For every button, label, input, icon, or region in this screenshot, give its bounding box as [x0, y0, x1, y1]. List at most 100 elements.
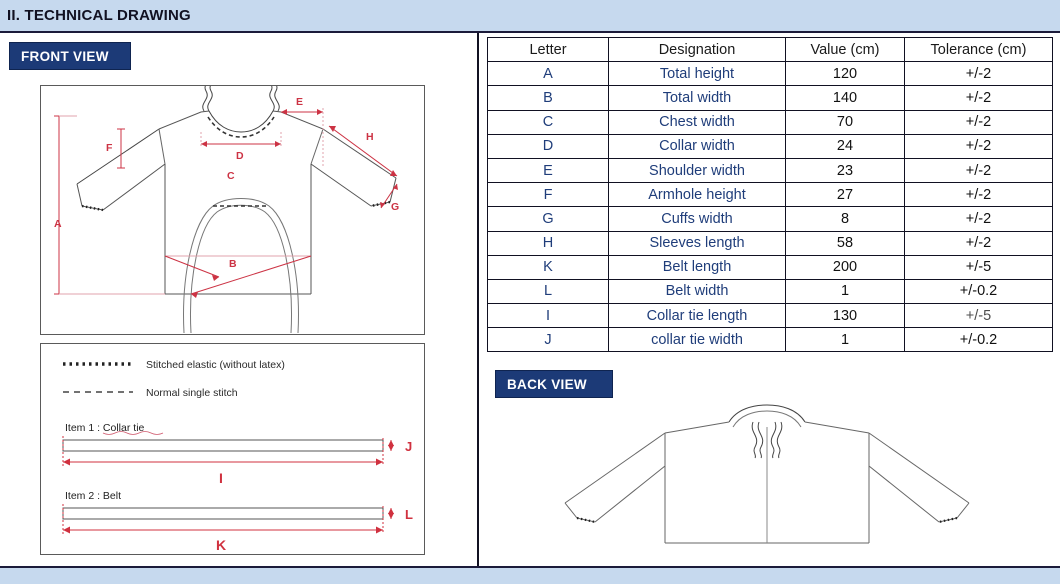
cell-letter: J [487, 327, 609, 353]
front-view-garment-svg: A B C D E F G H [54, 86, 399, 333]
legend-and-items-box: Stitched elastic (without latex) Normal … [40, 343, 425, 555]
legend-label-0: Stitched elastic (without latex) [146, 359, 285, 371]
cell-tolerance: +/-2 [904, 109, 1053, 135]
item2-width-dim-label: L [405, 507, 413, 522]
cell-value: 140 [785, 85, 905, 111]
dim-label-C: C [227, 170, 235, 182]
back-view-garment-svg [564, 404, 970, 544]
table-row: I Collar tie length 130 +/-5 [487, 303, 1053, 329]
cell-designation: Sleeves length [608, 230, 786, 256]
dim-label-E: E [296, 96, 303, 108]
dim-label-G: G [391, 201, 399, 213]
cell-designation: Belt width [608, 278, 786, 305]
cell-value: 70 [785, 109, 905, 135]
dim-label-A: A [54, 218, 62, 230]
cell-tolerance: +/-2 [904, 157, 1053, 184]
cell-value: 58 [785, 230, 905, 256]
col-header-letter: Letter [487, 36, 609, 63]
legend-label-1: Normal single stitch [146, 387, 238, 399]
cell-value: 24 [785, 133, 905, 159]
cell-tolerance: +/-2 [904, 133, 1053, 159]
col-header-value: Value (cm) [785, 36, 905, 63]
cell-value: 27 [785, 182, 905, 208]
cell-tolerance: +/-0.2 [904, 327, 1053, 353]
cell-tolerance: +/-5 [904, 254, 1053, 280]
cell-letter: E [487, 157, 609, 184]
front-view-label: FRONT VIEW [21, 48, 109, 64]
table-row: D Collar width 24 +/-2 [487, 133, 1053, 159]
cell-tolerance: +/-2 [904, 85, 1053, 111]
table-row: G Cuffs width 8 +/-2 [487, 206, 1053, 232]
back-view-badge: BACK VIEW [495, 370, 613, 398]
item1-length-dim-label: I [219, 470, 223, 486]
cell-designation: Total width [608, 85, 786, 111]
cell-designation: Total height [608, 61, 786, 87]
cell-value: 1 [785, 327, 905, 353]
cell-letter: I [487, 303, 609, 329]
cell-value: 130 [785, 303, 905, 329]
dim-label-F: F [106, 142, 113, 154]
table-row: K Belt length 200 +/-5 [487, 254, 1053, 280]
page-title: II. TECHNICAL DRAWING [7, 7, 191, 24]
item2-strip [62, 507, 384, 520]
dim-label-D: D [236, 150, 244, 162]
dim-label-H: H [366, 131, 374, 143]
cell-letter: G [487, 206, 609, 232]
cell-tolerance: +/-2 [904, 182, 1053, 208]
cell-designation: Armhole height [608, 182, 786, 208]
cell-value: 23 [785, 157, 905, 184]
table-row: F Armhole height 27 +/-2 [487, 182, 1053, 208]
section-title-band: II. TECHNICAL DRAWING [0, 0, 1060, 33]
table-header-row: Letter Designation Value (cm) Tolerance … [487, 36, 1053, 63]
cell-letter: D [487, 133, 609, 159]
cell-letter: C [487, 109, 609, 135]
bottom-band [0, 566, 1060, 584]
back-view-label: BACK VIEW [507, 376, 587, 392]
cell-designation: collar tie width [608, 327, 786, 353]
cell-letter: K [487, 254, 609, 280]
table-row: H Sleeves length 58 +/-2 [487, 230, 1053, 256]
cell-designation: Chest width [608, 109, 786, 135]
cell-designation: Collar width [608, 133, 786, 159]
table-row: A Total height 120 +/-2 [487, 61, 1053, 87]
cell-tolerance: +/-2 [904, 61, 1053, 87]
table-row: L Belt width 1 +/-0.2 [487, 278, 1053, 305]
item2-length-dim-label: K [216, 537, 226, 553]
table-row: E Shoulder width 23 +/-2 [487, 157, 1053, 184]
cell-tolerance: +/-5 [904, 303, 1053, 329]
neckline-elastic-dashed [207, 116, 275, 138]
cell-tolerance: +/-2 [904, 206, 1053, 232]
legend-svg: Stitched elastic (without latex) Normal … [62, 359, 413, 553]
cell-tolerance: +/-0.2 [904, 278, 1053, 305]
front-view-badge: FRONT VIEW [9, 42, 131, 70]
cell-letter: A [487, 61, 609, 87]
col-header-designation: Designation [608, 36, 786, 63]
item1-width-dim-label: J [405, 439, 412, 454]
item2-label: Item 2 : Belt [65, 490, 121, 502]
cell-designation: Cuffs width [608, 206, 786, 232]
col-header-tolerance: Tolerance (cm) [904, 36, 1053, 63]
cell-letter: F [487, 182, 609, 208]
back-view-drawing-box [487, 400, 1047, 560]
cell-value: 120 [785, 61, 905, 87]
dim-label-B: B [229, 258, 237, 270]
item1-label: Item 1 : Collar tie [65, 422, 145, 434]
table-row: Jcollar tie width 1 +/-0.2 [487, 327, 1053, 353]
cell-letter: H [487, 230, 609, 256]
cell-designation: Shoulder width [608, 157, 786, 184]
measurement-spec-table: Letter Designation Value (cm) Tolerance … [487, 36, 1053, 353]
cell-letter: B [487, 85, 609, 111]
cell-tolerance: +/-2 [904, 230, 1053, 256]
cell-designation: Collar tie length [608, 303, 786, 329]
table-row: B Total width 140 +/-2 [487, 85, 1053, 111]
cell-designation: Belt length [608, 254, 786, 280]
cell-value: 1 [785, 278, 905, 305]
cell-value: 200 [785, 254, 905, 280]
item1-strip [62, 439, 384, 452]
technical-drawing-page: II. TECHNICAL DRAWING FRONT VIEW A B C D… [0, 0, 1060, 584]
cell-value: 8 [785, 206, 905, 232]
table-body: A Total height 120 +/-2 B Total width 140 +/-2 C… [487, 61, 1053, 353]
front-view-drawing-box: A B C D E F G H [40, 85, 425, 335]
table-row: C Chest width 70 +/-2 [487, 109, 1053, 135]
cell-letter: L [487, 278, 609, 305]
